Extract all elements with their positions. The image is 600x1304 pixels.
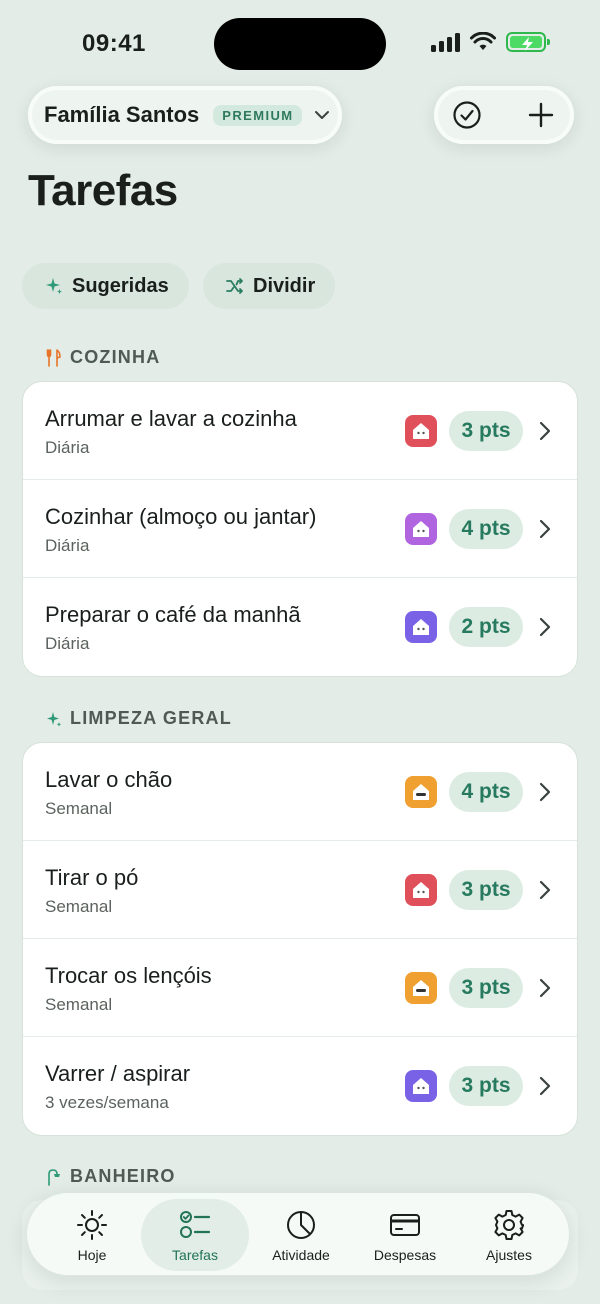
task-title: Lavar o chão bbox=[45, 767, 173, 792]
tab-label: Hoje bbox=[77, 1246, 107, 1263]
member-avatar bbox=[405, 776, 437, 808]
tab-label: Atividade bbox=[272, 1246, 330, 1263]
plus-icon bbox=[528, 102, 554, 128]
house-avatar-icon bbox=[413, 784, 429, 800]
complete-button[interactable] bbox=[452, 100, 482, 130]
house-avatar-icon bbox=[413, 521, 429, 537]
house-avatar-icon bbox=[413, 1078, 429, 1094]
task-title: Preparar o café da manhã bbox=[45, 602, 301, 627]
points-badge: 4 pts bbox=[449, 772, 523, 812]
battery-charging-icon bbox=[506, 32, 550, 52]
task-row[interactable]: Trocar os lençóis Semanal 3 pts bbox=[23, 939, 577, 1037]
section-header-limpeza: LIMPEZA GERAL bbox=[46, 708, 232, 729]
member-avatar bbox=[405, 415, 437, 447]
section-header-banheiro: BANHEIRO bbox=[46, 1166, 176, 1187]
task-frequency: Semanal bbox=[45, 995, 113, 1014]
chevron-right-icon bbox=[539, 519, 551, 539]
section-title: BANHEIRO bbox=[70, 1166, 176, 1186]
chevron-right-icon bbox=[539, 421, 551, 441]
task-row[interactable]: Arrumar e lavar a cozinha Diária 3 pts bbox=[23, 382, 577, 480]
task-title: Arrumar e lavar a cozinha bbox=[45, 406, 297, 431]
tab-tarefas[interactable]: Tarefas bbox=[141, 1199, 249, 1271]
house-avatar-icon bbox=[413, 882, 429, 898]
tab-hoje[interactable]: Hoje bbox=[38, 1199, 146, 1271]
status-bar: 09:41 bbox=[0, 0, 600, 90]
points-badge: 3 pts bbox=[449, 870, 523, 910]
member-avatar bbox=[405, 611, 437, 643]
task-row[interactable]: Preparar o café da manhã Diária 2 pts bbox=[23, 578, 577, 676]
task-row[interactable]: Cozinhar (almoço ou jantar) Diária 4 pts bbox=[23, 480, 577, 578]
points-badge: 2 pts bbox=[449, 607, 523, 647]
tab-label: Despesas bbox=[373, 1246, 437, 1263]
add-task-button[interactable] bbox=[526, 100, 556, 130]
task-card-limpeza: Lavar o chão Semanal 4 pts Tirar o pó Se… bbox=[22, 742, 578, 1136]
suggested-chip[interactable]: Sugeridas bbox=[22, 263, 189, 309]
task-row[interactable]: Tirar o pó Semanal 3 pts bbox=[23, 841, 577, 939]
task-title: Varrer / aspirar bbox=[45, 1061, 191, 1086]
tab-atividade[interactable]: Atividade bbox=[247, 1199, 355, 1271]
wifi-icon bbox=[470, 32, 496, 50]
points-badge: 3 pts bbox=[449, 1066, 523, 1106]
status-icons bbox=[431, 32, 550, 52]
chevron-down-icon bbox=[315, 111, 330, 119]
sparkle-icon bbox=[46, 278, 62, 294]
check-circle-icon bbox=[453, 101, 481, 129]
chevron-right-icon bbox=[539, 617, 551, 637]
task-row[interactable]: Varrer / aspirar 3 vezes/semana 3 pts bbox=[23, 1037, 577, 1135]
tab-despesas[interactable]: Despesas bbox=[351, 1199, 459, 1271]
bottom-tab-bar: Hoje Tarefas Atividade Despesas Ajustes bbox=[26, 1192, 570, 1276]
tab-label: Ajustes bbox=[486, 1246, 532, 1263]
house-avatar-icon bbox=[413, 619, 429, 635]
points-badge: 4 pts bbox=[449, 509, 523, 549]
family-selector[interactable]: Família Santos PREMIUM bbox=[28, 86, 342, 144]
member-avatar bbox=[405, 1070, 437, 1102]
member-avatar bbox=[405, 972, 437, 1004]
task-frequency: Diária bbox=[45, 536, 90, 555]
premium-badge: PREMIUM bbox=[213, 104, 303, 126]
task-frequency: Diária bbox=[45, 438, 90, 457]
divide-chip[interactable]: Dividir bbox=[203, 263, 336, 309]
chevron-right-icon bbox=[539, 978, 551, 998]
cellular-signal-icon bbox=[431, 32, 460, 52]
member-avatar bbox=[405, 874, 437, 906]
task-row[interactable]: Lavar o chão Semanal 4 pts bbox=[23, 743, 577, 841]
points-badge: 3 pts bbox=[449, 968, 523, 1008]
chevron-right-icon bbox=[539, 782, 551, 802]
header-actions bbox=[434, 86, 574, 144]
sun-icon bbox=[77, 1209, 107, 1240]
checklist-icon bbox=[180, 1210, 211, 1238]
dynamic-island bbox=[214, 18, 386, 70]
tab-ajustes[interactable]: Ajustes bbox=[455, 1199, 563, 1271]
suggested-chip-label: Sugeridas bbox=[72, 274, 169, 297]
section-header-cozinha: COZINHA bbox=[46, 347, 160, 368]
task-title: Tirar o pó bbox=[45, 865, 139, 890]
sparkle-icon bbox=[47, 711, 62, 727]
task-frequency: Diária bbox=[45, 634, 90, 653]
family-name: Família Santos bbox=[44, 102, 200, 127]
fork-knife-icon bbox=[46, 348, 61, 367]
task-frequency: Semanal bbox=[45, 799, 113, 818]
divide-chip-label: Dividir bbox=[253, 274, 316, 297]
shower-icon bbox=[48, 1168, 60, 1186]
house-avatar-icon bbox=[413, 980, 429, 996]
task-frequency: 3 vezes/semana bbox=[45, 1093, 169, 1112]
shuffle-icon bbox=[226, 278, 243, 294]
points-badge: 3 pts bbox=[449, 411, 523, 451]
house-avatar-icon bbox=[413, 423, 429, 439]
chevron-right-icon bbox=[539, 880, 551, 900]
pie-chart-icon bbox=[287, 1210, 315, 1239]
task-card-cozinha: Arrumar e lavar a cozinha Diária 3 pts C… bbox=[22, 381, 578, 677]
section-title: LIMPEZA GERAL bbox=[70, 708, 232, 728]
tab-label: Tarefas bbox=[172, 1246, 218, 1263]
section-title: COZINHA bbox=[70, 347, 161, 367]
task-title: Cozinhar (almoço ou jantar) bbox=[45, 504, 317, 529]
gear-icon bbox=[494, 1209, 524, 1240]
task-title: Trocar os lençóis bbox=[45, 963, 212, 988]
member-avatar bbox=[405, 513, 437, 545]
page-title: Tarefas bbox=[28, 166, 178, 215]
status-time: 09:41 bbox=[82, 30, 146, 57]
task-frequency: Semanal bbox=[45, 897, 113, 916]
chevron-right-icon bbox=[539, 1076, 551, 1096]
credit-card-icon bbox=[390, 1213, 420, 1236]
